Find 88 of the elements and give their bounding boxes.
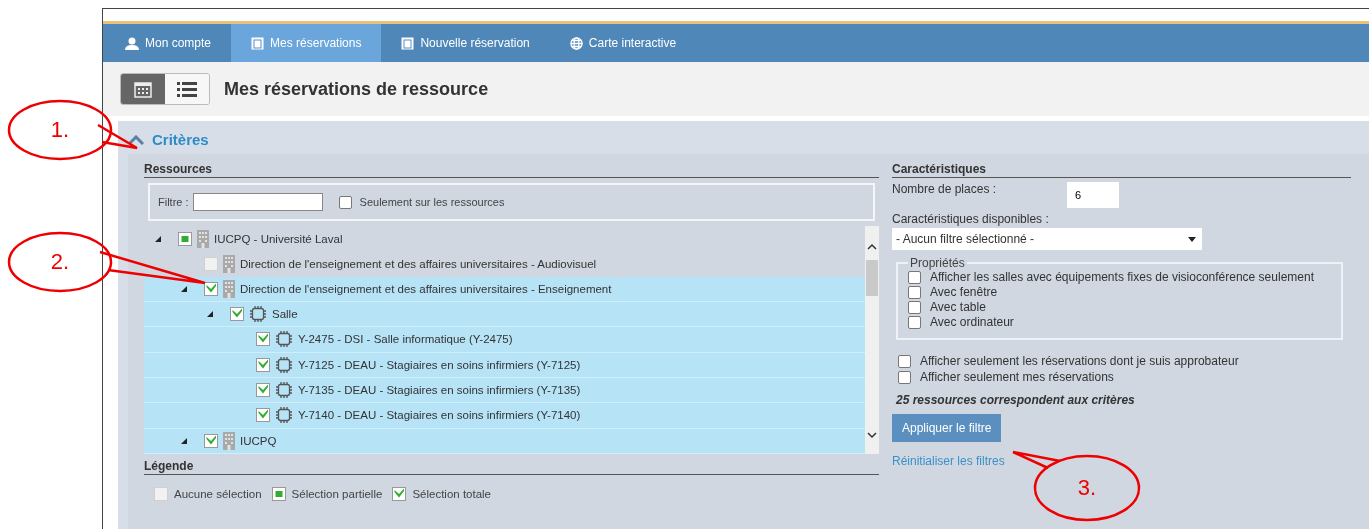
room-icon [275,355,293,374]
callout-number: 1. [50,117,70,143]
checkbox[interactable] [908,286,921,299]
tree-row[interactable]: Y-2475 - DSI - Salle informatique (Y-2475) [144,327,865,353]
tree-row[interactable]: Direction de l'enseignement et des affaires universitaires - Audiovisuel [144,251,865,277]
checkbox[interactable] [338,195,352,209]
places-field[interactable]: 6 [1067,182,1119,208]
checkbox-label: Afficher seulement mes réservations [920,370,1114,385]
checkbox-label: Afficher les salles avec équipements fixes de visioconférence seulement [930,270,1314,285]
tree-row[interactable]: IUCPQ [144,428,865,454]
checkbox[interactable] [898,355,911,368]
square-icon [401,36,415,50]
characteristics-heading: Caractéristiques [892,162,1351,178]
legend-label: Sélection totale [412,488,491,500]
tree-checkbox[interactable] [154,487,168,501]
tree-checkbox[interactable] [178,231,192,246]
checkbox-label: Avec fenêtre [930,285,998,300]
tree-item-label: Direction de l'enseignement et des affaires universitaires - Enseignement [240,282,612,295]
scrollbar[interactable] [865,226,879,454]
checkbox[interactable] [908,301,921,314]
nav-tab[interactable]: Carte interactive [549,24,697,62]
legend-label: Sélection partielle [291,488,383,500]
scroll-thumb[interactable] [866,260,878,296]
list-icon [177,81,197,97]
scroll-down-icon[interactable] [866,430,878,440]
user-icon [125,36,139,50]
room-icon [275,381,293,400]
tree-row[interactable]: Y-7125 - DEAU - Stagiaires en soins infirmiers (Y-7125) [144,352,865,378]
checkbox-label: Seulement sur les ressources [359,196,505,208]
calendar-icon [134,80,152,98]
places-label: Nombre de places : [892,182,998,196]
resources-heading: Ressources [144,162,879,178]
tree-row[interactable]: Salle [144,302,865,328]
tree-item-label: IUCPQ - Université Laval [214,232,343,245]
square-icon [251,36,265,50]
tree-checkbox[interactable] [230,307,244,322]
tree-row[interactable]: Y-7140 - DEAU - Stagiaires en soins infirmiers (Y-7140) [144,403,865,429]
tree-checkbox[interactable] [392,487,407,501]
tree-row[interactable]: Direction de l'enseignement et des affaires universitaires - Enseignement [144,276,865,302]
tree-item-label: IUCPQ [240,434,277,447]
tree-checkbox[interactable] [256,357,270,372]
tree-checkbox[interactable] [256,332,270,347]
tree-item-label: Y-7135 - DEAU - Stagiaires en soins infirmiers (Y-7135) [298,384,581,397]
tree-checkbox[interactable] [271,487,286,501]
view-toggle-button[interactable] [165,74,209,104]
nav-tab[interactable]: Nouvelle réservation [381,24,550,62]
checkbox-label: Avec ordinateur [930,315,1014,330]
callout-number: 2. [50,249,70,275]
building-icon [223,431,235,450]
building-icon [223,255,235,273]
checkbox[interactable] [898,371,911,384]
view-toggle-button[interactable] [121,74,165,104]
page-title: Mes réservations de ressource [224,78,489,100]
result-count: 25 ressources correspondent aux critères [896,393,1136,407]
tree-item-label: Y-7140 - DEAU - Stagiaires en soins infirmiers (Y-7140) [298,409,581,422]
globe-icon [569,36,583,50]
tree-row[interactable]: Y-7135 - DEAU - Stagiaires en soins infirmiers (Y-7135) [144,377,865,404]
checkbox-label: Avec table [930,300,986,315]
tree-item-label: Y-2475 - DSI - Salle informatique (Y-2475) [298,333,513,346]
tree-checkbox[interactable] [204,433,218,448]
room-icon [275,406,293,425]
tree-row[interactable]: IUCPQ - Université Laval [144,226,865,252]
callout-number: 3. [1077,475,1097,501]
room-icon [249,305,267,324]
filter-label: Filtre : [158,196,189,208]
tree-checkbox[interactable] [256,408,270,423]
tree-checkbox[interactable] [204,281,218,296]
tree-item-label: Y-7125 - DEAU - Stagiaires en soins infirmiers (Y-7125) [298,358,581,371]
caret-icon [1188,236,1196,242]
building-icon [197,229,209,248]
room-icon [275,330,293,349]
available-label: Caractéristiques disponibles : [892,212,1050,226]
tree-checkbox[interactable] [204,257,218,271]
properties-legend: Propriétés [908,256,967,270]
filter-field[interactable] [192,193,323,211]
nav-tab[interactable]: Mon compte [105,24,232,62]
tree-item-label: Direction de l'enseignement et des affaires universitaires - Audiovisuel [240,258,597,270]
chevron-up-icon[interactable] [128,134,144,145]
legend-heading: Légende [144,459,879,475]
tree-checkbox[interactable] [256,383,270,398]
scroll-up-icon[interactable] [866,242,878,252]
checkbox[interactable] [908,271,921,284]
checkbox[interactable] [908,316,921,329]
building-icon [223,279,235,298]
checkbox-label: Afficher seulement les réservations dont je suis approbateur [920,354,1239,369]
tree-item-label: Salle [272,308,298,321]
characteristics-select[interactable]: - Aucun filtre sélectionné - [892,228,1202,250]
legend-label: Aucune sélection [174,488,262,500]
